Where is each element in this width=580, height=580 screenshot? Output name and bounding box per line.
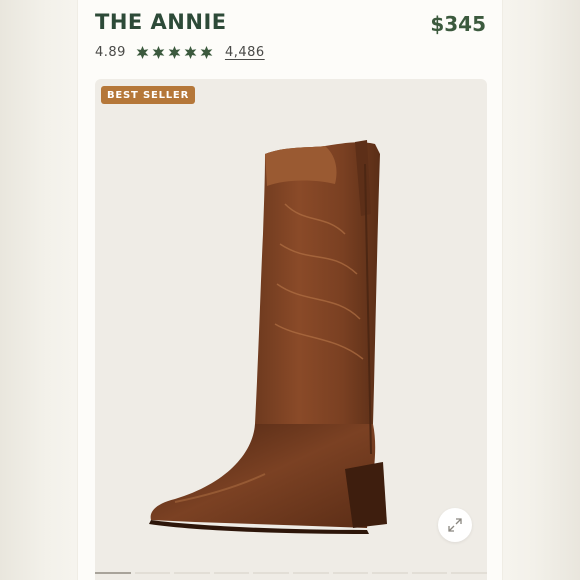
gallery-dot[interactable] <box>372 572 408 574</box>
rating-value: 4.89 <box>95 44 126 60</box>
gallery-dot[interactable] <box>332 572 369 574</box>
review-count-link[interactable]: 4,486 <box>225 45 265 60</box>
gallery-dot[interactable] <box>411 572 448 574</box>
star-icon <box>136 45 149 59</box>
rating-row: 4.89 4,486 <box>95 43 265 61</box>
gallery-dot[interactable] <box>134 572 171 574</box>
product-price: $345 <box>430 12 486 36</box>
product-card: THE ANNIE $345 4.89 4,486 BEST SELLER <box>78 0 502 580</box>
gallery-dot[interactable] <box>451 572 487 574</box>
star-icon <box>200 45 213 59</box>
star-icon <box>152 45 165 59</box>
product-title: THE ANNIE <box>95 10 227 34</box>
gallery-dot[interactable] <box>95 572 131 574</box>
product-image-panel[interactable]: BEST SELLER <box>95 79 487 580</box>
expand-button[interactable] <box>438 508 472 542</box>
product-image-boot <box>149 140 387 534</box>
star-icon <box>168 45 181 59</box>
gallery-pagination <box>95 572 487 575</box>
gallery-dot[interactable] <box>292 572 329 574</box>
gallery-dot[interactable] <box>174 572 210 574</box>
expand-icon <box>448 518 462 532</box>
rating-stars <box>136 45 213 59</box>
gallery-dot[interactable] <box>213 572 250 574</box>
best-seller-badge: BEST SELLER <box>101 86 196 104</box>
gallery-dot[interactable] <box>253 572 289 574</box>
star-icon <box>184 45 197 59</box>
